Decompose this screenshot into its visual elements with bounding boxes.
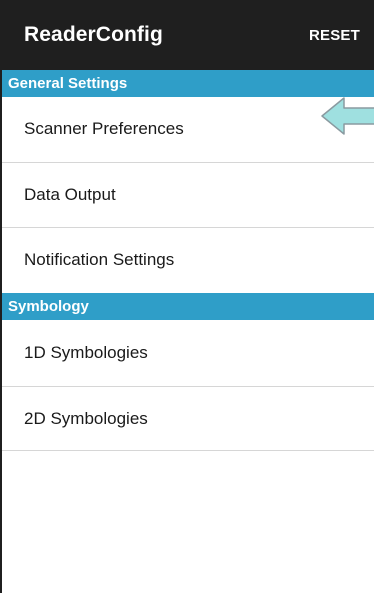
list-item-1d-symbologies[interactable]: 1D Symbologies: [2, 321, 374, 385]
left-arrow-icon: [321, 97, 374, 135]
section-header-symbology: Symbology: [2, 293, 374, 320]
list-item-label: 2D Symbologies: [24, 409, 148, 428]
divider: [2, 450, 374, 451]
app-title: ReaderConfig: [24, 23, 163, 46]
list-item-label: Data Output: [24, 185, 116, 204]
section-header-general-settings: General Settings: [2, 70, 374, 97]
list-item-label: Scanner Preferences: [24, 119, 184, 138]
list-item-data-output[interactable]: Data Output: [2, 163, 374, 227]
list-item-notification-settings[interactable]: Notification Settings: [2, 228, 374, 292]
list-item-label: 1D Symbologies: [24, 343, 148, 362]
list-item-scanner-preferences[interactable]: Scanner Preferences: [2, 97, 374, 161]
reader-config-screen: ReaderConfig RESET General Settings Scan…: [0, 0, 374, 593]
app-bar: ReaderConfig RESET: [2, 0, 374, 70]
list-item-2d-symbologies[interactable]: 2D Symbologies: [2, 387, 374, 451]
list-item-label: Notification Settings: [24, 250, 175, 269]
reset-button[interactable]: RESET: [309, 27, 360, 44]
